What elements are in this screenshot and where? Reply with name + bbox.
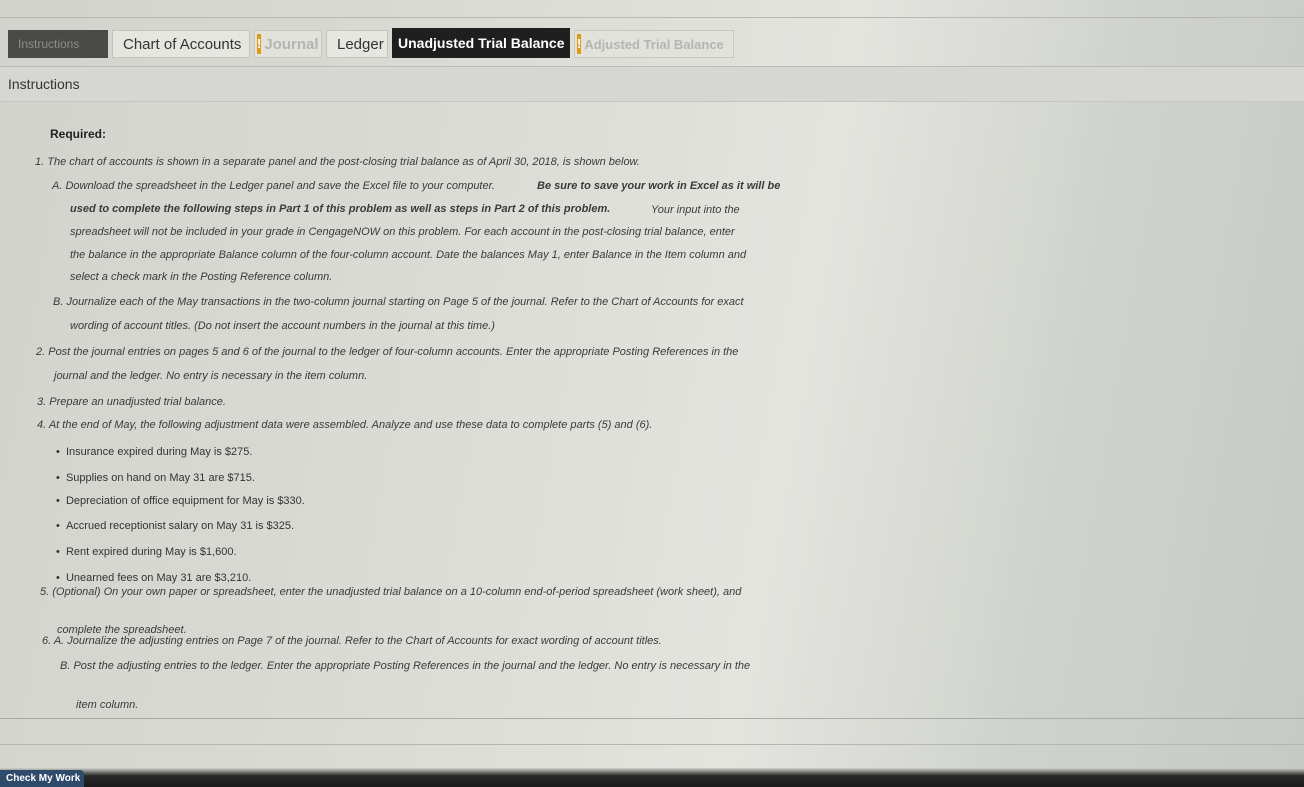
instruction-line: 3. Prepare an unadjusted trial balance. bbox=[37, 396, 226, 408]
instructions-content: Required: 1. The chart of accounts is sh… bbox=[0, 100, 1304, 720]
instruction-line: 5. (Optional) On your own paper or sprea… bbox=[40, 586, 742, 598]
instruction-line: 4. At the end of May, the following adju… bbox=[37, 419, 653, 431]
tab-label: Ledger bbox=[337, 35, 384, 53]
bullet-item: • Depreciation of office equipment for M… bbox=[56, 495, 305, 507]
instruction-line: journal and the ledger. No entry is nece… bbox=[54, 370, 368, 382]
tab-ledger[interactable]: Ledger bbox=[326, 30, 388, 58]
tab-instructions[interactable]: Instructions bbox=[8, 30, 108, 58]
panel-header: Instructions bbox=[0, 66, 1304, 102]
tab-label: Unadjusted Trial Balance bbox=[398, 35, 565, 51]
instruction-line: A. Download the spreadsheet in the Ledge… bbox=[52, 180, 495, 192]
footer-bar bbox=[0, 768, 1304, 787]
warning-icon: ! bbox=[577, 34, 582, 54]
bullet-item: • Insurance expired during May is $275. bbox=[56, 446, 253, 458]
tab-chart-of-accounts[interactable]: Chart of Accounts bbox=[112, 30, 250, 58]
instruction-line: 2. Post the journal entries on pages 5 a… bbox=[36, 346, 739, 358]
panel-divider bbox=[0, 744, 1304, 745]
warning-icon: ! bbox=[257, 34, 262, 54]
required-heading: Required: bbox=[50, 127, 107, 141]
instruction-line: wording of account titles. (Do not inser… bbox=[70, 320, 495, 332]
instruction-line-bold: used to complete the following steps in … bbox=[70, 203, 611, 215]
tab-unadjusted-trial-balance[interactable]: Unadjusted Trial Balance bbox=[392, 28, 570, 58]
bullet-item: • Unearned fees on May 31 are $3,210. bbox=[56, 572, 252, 584]
instruction-line: the balance in the appropriate Balance c… bbox=[70, 249, 747, 261]
panel-title: Instructions bbox=[8, 76, 80, 92]
instruction-line: B. Journalize each of the May transactio… bbox=[53, 296, 744, 308]
bullet-item: • Accrued receptionist salary on May 31 … bbox=[56, 520, 295, 532]
tab-bar: Instructions Chart of Accounts ! Journal… bbox=[8, 22, 738, 58]
instruction-line: spreadsheet will not be included in your… bbox=[70, 226, 735, 238]
bullet-item: • Supplies on hand on May 31 are $715. bbox=[56, 472, 255, 484]
tab-adjusted-trial-balance[interactable]: ! Adjusted Trial Balance bbox=[574, 30, 734, 58]
tab-label: Instructions bbox=[18, 37, 80, 51]
tab-label: Adjusted Trial Balance bbox=[584, 36, 724, 52]
bullet-item: • Rent expired during May is $1,600. bbox=[56, 546, 237, 558]
instruction-line: B. Post the adjusting entries to the led… bbox=[60, 660, 751, 672]
instruction-line-bold: Be sure to save your work in Excel as it… bbox=[537, 180, 781, 192]
instruction-line: 6. A. Journalize the adjusting entries o… bbox=[42, 635, 662, 647]
check-my-work-button[interactable]: Check My Work bbox=[0, 770, 84, 787]
instruction-line: 1. The chart of accounts is shown in a s… bbox=[35, 156, 640, 168]
tab-label: Journal bbox=[264, 35, 319, 53]
tab-label: Chart of Accounts bbox=[123, 35, 242, 53]
instruction-line: item column. bbox=[76, 699, 139, 711]
panel-divider bbox=[0, 718, 1304, 719]
top-rule bbox=[0, 17, 1304, 18]
instruction-line: Your input into the bbox=[651, 204, 740, 216]
instruction-line: select a check mark in the Posting Refer… bbox=[70, 271, 333, 283]
tab-journal[interactable]: ! Journal bbox=[254, 30, 322, 58]
